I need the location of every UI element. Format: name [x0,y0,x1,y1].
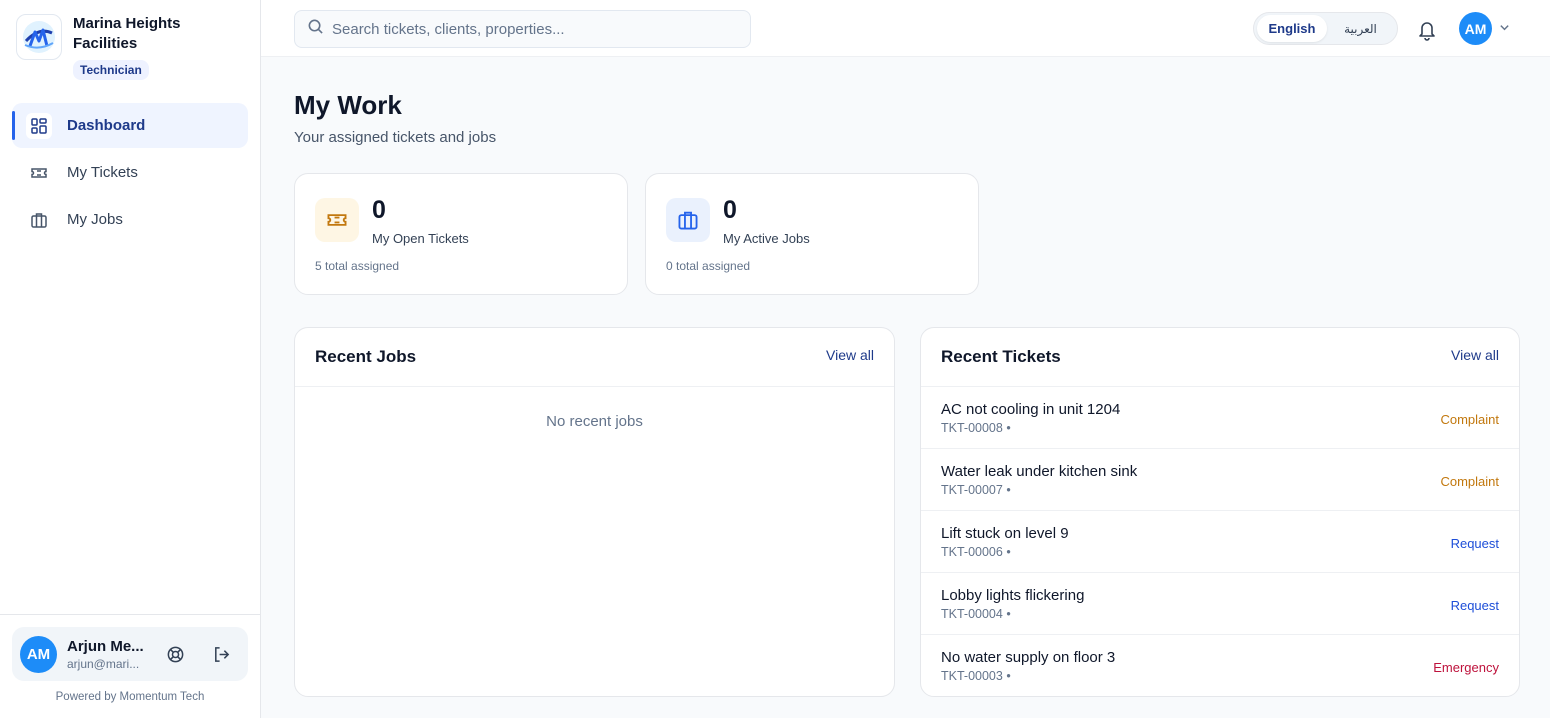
dashboard-icon [26,112,52,139]
ticket-row[interactable]: Lobby lights flickering TKT-00004 • Requ… [921,573,1519,635]
ticket-type-badge: Complaint [1440,412,1499,427]
ticket-row[interactable]: Lift stuck on level 9 TKT-00006 • Reques… [921,511,1519,573]
ticket-id: TKT-00007 • [941,483,1011,497]
ticket-title: No water supply on floor 3 [941,649,1116,666]
ticket-row[interactable]: No water supply on floor 3 TKT-00003 • E… [921,635,1519,696]
ticket-id: TKT-00004 • [941,607,1011,621]
stat-label: My Open Tickets [372,231,469,246]
empty-state: No recent jobs [546,413,643,430]
sidebar-item-label: My Tickets [67,164,138,181]
ticket-title: Lift stuck on level 9 [941,525,1069,542]
recent-tickets-panel: Recent Tickets View all AC not cooling i… [920,327,1520,697]
view-all-tickets-link[interactable]: View all [1451,347,1499,363]
company-logo [16,14,62,60]
sidebar-nav: Dashboard My Tickets My Jobs [12,103,248,244]
search-icon [307,18,324,40]
ticket-id: TKT-00006 • [941,545,1011,559]
ticket-type-badge: Request [1450,536,1499,551]
sidebar-item-dashboard[interactable]: Dashboard [12,103,248,148]
ticket-icon [26,160,52,186]
sidebar-item-my-jobs[interactable]: My Jobs [12,197,248,242]
sidebar-footer: AM Arjun Me... arjun@mari... Powered by … [0,614,260,718]
briefcase-icon [26,207,52,233]
stat-meta: 0 total assigned [666,259,751,273]
topbar: English العربية AM [261,0,1550,57]
view-all-jobs-link[interactable]: View all [826,347,874,363]
ticket-icon [315,198,359,242]
language-arabic-button[interactable]: العربية [1327,15,1394,42]
sidebar-item-my-tickets[interactable]: My Tickets [12,150,248,195]
logout-icon[interactable] [207,640,235,668]
stat-card-active-jobs[interactable]: 0 My Active Jobs 0 total assigned [645,173,979,295]
ticket-title: Lobby lights flickering [941,587,1085,604]
ticket-row[interactable]: AC not cooling in unit 1204 TKT-00008 • … [921,387,1519,449]
user-email: arjun@mari... [67,656,140,671]
panel-title: Recent Jobs [315,347,417,366]
role-badge: Technician [73,60,149,80]
stat-card-open-tickets[interactable]: 0 My Open Tickets 5 total assigned [294,173,628,295]
user-card: AM Arjun Me... arjun@mari... [12,627,248,681]
stat-label: My Active Jobs [723,231,810,246]
help-icon[interactable] [161,640,189,668]
sidebar: Marina Heights Facilities Technician Das… [0,0,261,718]
chevron-down-icon [1499,20,1510,38]
briefcase-icon [666,198,710,242]
sidebar-item-label: My Jobs [67,211,123,228]
notification-bell-icon[interactable] [1413,16,1441,44]
stat-meta: 5 total assigned [315,259,400,273]
ticket-id: TKT-00003 • [941,669,1011,683]
ticket-type-badge: Complaint [1440,474,1499,489]
brand[interactable]: Marina Heights Facilities Technician [16,14,223,80]
search-input[interactable] [332,20,732,38]
panel-title: Recent Tickets [941,347,1061,366]
sidebar-item-label: Dashboard [67,117,146,134]
ticket-list: AC not cooling in unit 1204 TKT-00008 • … [921,387,1519,696]
user-name: Arjun Me... [67,637,144,655]
search-box[interactable] [294,10,751,48]
ticket-title: AC not cooling in unit 1204 [941,401,1121,418]
powered-by: Powered by Momentum Tech [55,691,205,703]
recent-jobs-panel: Recent Jobs View all No recent jobs [294,327,895,697]
ticket-row[interactable]: Water leak under kitchen sink TKT-00007 … [921,449,1519,511]
ticket-id: TKT-00008 • [941,421,1011,435]
user-menu[interactable]: AM [1459,12,1510,45]
page-title: My Work [294,90,402,120]
avatar[interactable]: AM [20,635,57,673]
company-name: Marina Heights Facilities [73,15,181,52]
ticket-type-badge: Emergency [1433,660,1499,675]
language-toggle: English العربية [1253,12,1398,45]
ticket-type-badge: Request [1450,598,1499,613]
ticket-title: Water leak under kitchen sink [941,463,1138,480]
stat-value: 0 [723,196,737,224]
page-subtitle: Your assigned tickets and jobs [294,129,497,146]
stat-value: 0 [372,196,386,224]
language-english-button[interactable]: English [1257,15,1327,42]
avatar: AM [1459,12,1492,45]
